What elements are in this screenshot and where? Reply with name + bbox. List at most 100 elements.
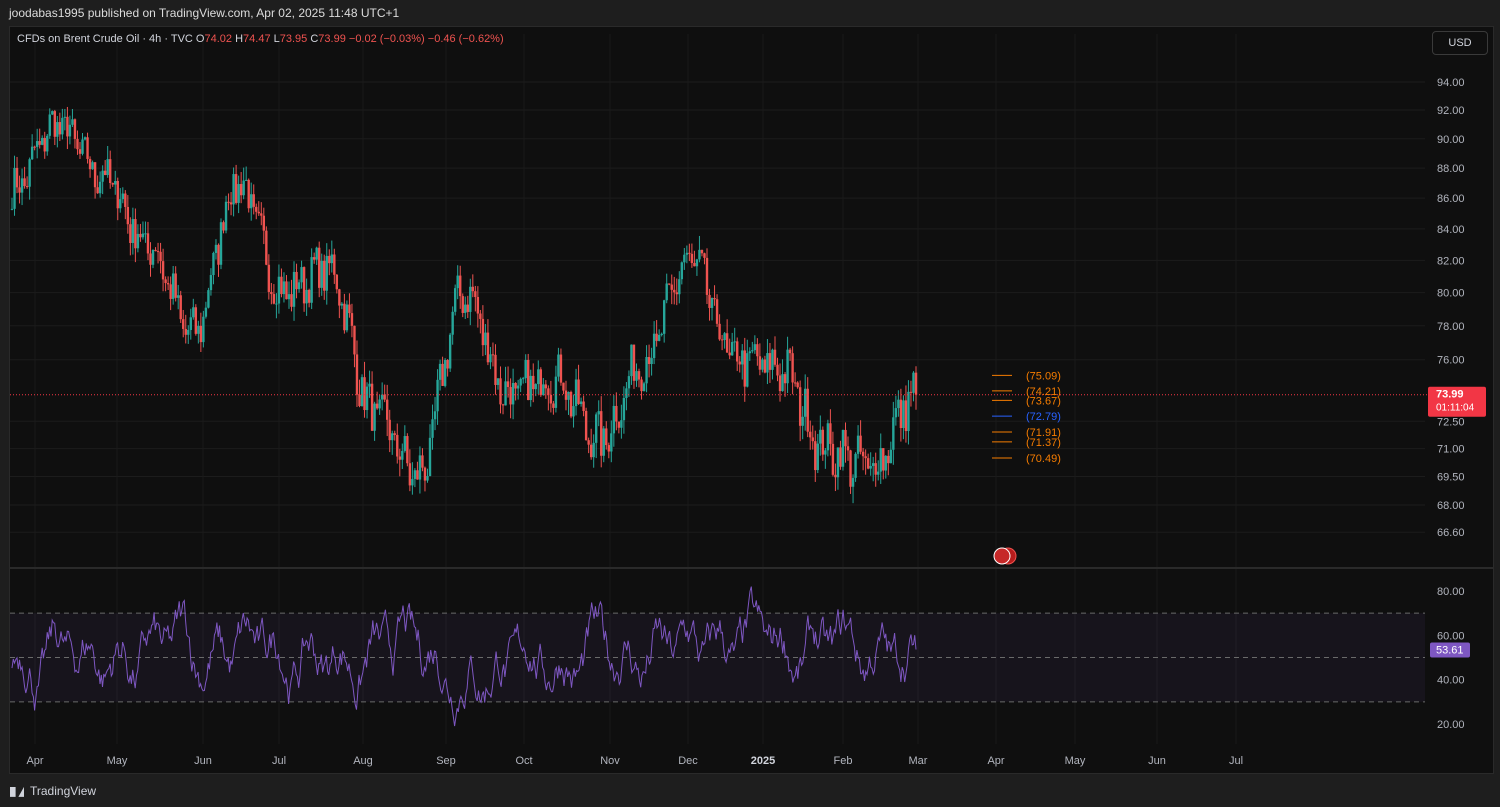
candle — [83, 137, 87, 140]
candle — [421, 455, 424, 468]
candle — [693, 263, 696, 267]
candle — [662, 300, 666, 334]
candle — [161, 261, 165, 280]
candle — [28, 159, 31, 187]
tradingview-logo[interactable]: TradingView — [10, 784, 96, 798]
candle — [552, 403, 555, 408]
candle — [622, 397, 626, 421]
candle — [783, 374, 787, 384]
candle — [736, 341, 739, 362]
candle — [678, 279, 681, 295]
candle — [647, 357, 651, 365]
candle — [695, 259, 699, 267]
candle — [791, 353, 794, 383]
time-axis-label: 2025 — [751, 755, 775, 767]
candle — [741, 350, 744, 365]
candle — [902, 400, 905, 429]
candle — [18, 187, 21, 193]
candle — [169, 284, 172, 299]
candle — [642, 383, 646, 392]
candle — [758, 356, 762, 370]
candle — [129, 224, 132, 244]
candle — [204, 307, 208, 317]
candle — [685, 252, 689, 255]
candle — [262, 215, 266, 231]
candle — [829, 423, 832, 444]
candle — [380, 394, 384, 400]
time-axis-label: Jul — [1229, 755, 1243, 767]
candle — [615, 405, 618, 422]
candle — [96, 187, 99, 194]
candle — [607, 445, 610, 452]
candle — [912, 372, 915, 393]
legend-close-value: 73.99 — [318, 33, 346, 45]
candle — [10, 208, 14, 210]
candle — [494, 354, 497, 385]
candle — [720, 339, 724, 341]
candle — [882, 448, 885, 471]
candle — [469, 286, 472, 312]
candle — [904, 400, 908, 432]
candle — [438, 363, 442, 380]
candle — [194, 307, 198, 334]
candle — [514, 383, 517, 389]
price-axis-label: 94.00 — [1437, 77, 1465, 89]
candle — [234, 174, 238, 203]
level-label: (73.67) — [1026, 395, 1061, 407]
candle — [78, 149, 82, 154]
candle — [673, 289, 676, 293]
price-axis-label: 72.50 — [1437, 416, 1465, 428]
price-axis-label: 68.00 — [1437, 500, 1465, 512]
candle — [287, 294, 291, 300]
candle — [184, 328, 187, 335]
candle — [338, 289, 341, 306]
candle — [141, 233, 145, 238]
candle — [874, 463, 877, 475]
candle — [15, 167, 19, 188]
legend-open-value: 74.02 — [204, 33, 233, 45]
candle — [388, 419, 391, 441]
candle — [501, 404, 505, 406]
candle — [776, 364, 779, 376]
candle — [527, 359, 530, 401]
candle — [282, 281, 286, 295]
candle — [232, 174, 235, 205]
candle — [826, 423, 830, 451]
price-axis-label: 82.00 — [1437, 255, 1465, 267]
chart-canvas[interactable]: 94.00 92.00 90.00 88.00 86.00 84.00 82.00 80.00… — [0, 0, 1500, 807]
candle — [179, 295, 182, 320]
candle — [600, 411, 603, 456]
candle — [154, 249, 157, 252]
candle — [589, 444, 593, 458]
price-axis-label: 92.00 — [1437, 105, 1465, 117]
candle — [333, 254, 336, 275]
candle — [446, 359, 449, 369]
candle — [861, 451, 865, 457]
candle — [670, 284, 673, 290]
time-axis-label: Mar — [909, 755, 928, 767]
candle — [781, 374, 784, 392]
level-label: (71.37) — [1026, 437, 1061, 449]
candle — [466, 304, 469, 312]
candle — [489, 354, 492, 363]
candle — [519, 378, 522, 386]
time-axis-label: Jun — [194, 755, 212, 767]
candle — [315, 247, 318, 260]
candle — [657, 334, 661, 341]
candle — [41, 137, 44, 145]
level-label: (70.49) — [1026, 453, 1061, 465]
candle — [869, 465, 872, 469]
candle — [403, 436, 407, 451]
candle — [103, 170, 107, 176]
candle — [239, 184, 243, 196]
candle — [121, 193, 124, 200]
candle — [751, 350, 754, 352]
candle — [335, 274, 339, 290]
candle — [134, 219, 137, 249]
time-axis-label: Jul — [272, 755, 286, 767]
currency-button[interactable]: USD — [1432, 31, 1488, 55]
time-axis-label: Oct — [515, 755, 532, 767]
candle — [486, 332, 490, 363]
candle — [270, 291, 273, 295]
candle — [620, 420, 623, 428]
